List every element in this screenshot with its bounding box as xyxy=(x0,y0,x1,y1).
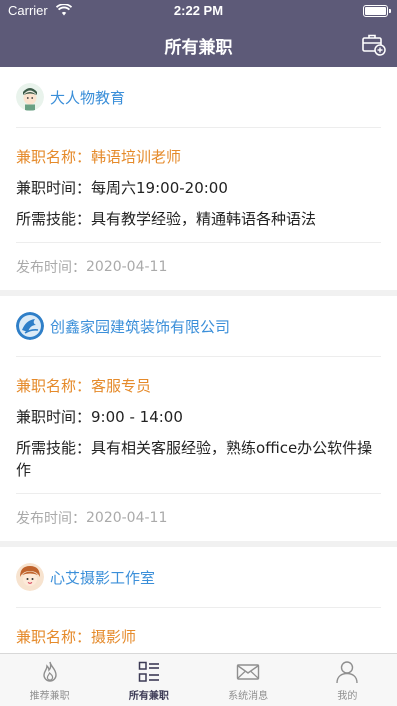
company-avatar-icon xyxy=(16,563,44,591)
job-card[interactable]: 大人物教育 兼职名称：韩语培训老师 兼职时间：每周六19:00-20:00 所需… xyxy=(0,67,397,290)
job-time-label: 兼职时间： xyxy=(16,179,92,197)
company-avatar-icon xyxy=(16,83,44,111)
nav-bar: 所有兼职 xyxy=(0,22,397,67)
job-name-row: 兼职名称：客服专员 xyxy=(16,375,381,397)
briefcase-add-icon[interactable] xyxy=(361,31,387,57)
company-name[interactable]: 心艾摄影工作室 xyxy=(50,567,155,588)
tab-mine[interactable]: 我的 xyxy=(298,654,397,706)
job-name-row: 兼职名称：韩语培训老师 xyxy=(16,146,381,168)
company-row[interactable]: 心艾摄影工作室 xyxy=(16,547,381,608)
job-card[interactable]: 创鑫家园建筑装饰有限公司 兼职名称：客服专员 兼职时间：9:00 - 14:00… xyxy=(0,296,397,541)
company-row[interactable]: 大人物教育 xyxy=(16,67,381,128)
job-details: 兼职名称：客服专员 兼职时间：9:00 - 14:00 所需技能：具有相关客服经… xyxy=(16,357,381,494)
person-icon xyxy=(336,661,359,684)
tab-recommended[interactable]: 推荐兼职 xyxy=(0,654,99,706)
publish-label: 发布时间： xyxy=(16,510,86,527)
publish-row: 发布时间： 2020-04-11 xyxy=(16,494,381,541)
publish-row: 发布时间： 2020-04-11 xyxy=(16,243,381,290)
job-time-row: 兼职时间：每周六19:00-20:00 xyxy=(16,177,381,199)
job-name-label: 兼职名称： xyxy=(16,628,92,646)
company-name[interactable]: 大人物教育 xyxy=(50,87,125,108)
job-list[interactable]: 大人物教育 兼职名称：韩语培训老师 兼职时间：每周六19:00-20:00 所需… xyxy=(0,67,397,653)
job-skill-label: 所需技能： xyxy=(16,439,92,457)
publish-date: 2020-04-11 xyxy=(86,509,168,526)
tab-label: 系统消息 xyxy=(228,691,269,702)
job-name-value: 客服专员 xyxy=(91,377,152,395)
tab-label: 所有兼职 xyxy=(128,691,169,702)
job-skill-value: 具有教学经验，精通韩语各种语法 xyxy=(91,210,317,228)
tab-label: 我的 xyxy=(337,691,358,702)
company-row[interactable]: 创鑫家园建筑装饰有限公司 xyxy=(16,296,381,357)
job-details: 兼职名称：摄影师 xyxy=(16,608,381,653)
job-name-value: 韩语培训老师 xyxy=(91,148,182,166)
job-time-label: 兼职时间： xyxy=(16,408,92,426)
tab-bar: 推荐兼职 所有兼职 系统消息 我的 xyxy=(0,653,397,706)
company-avatar-icon xyxy=(16,312,44,340)
tab-messages[interactable]: 系统消息 xyxy=(199,654,298,706)
company-name[interactable]: 创鑫家园建筑装饰有限公司 xyxy=(50,316,230,337)
job-skill-row: 所需技能：具有教学经验，精通韩语各种语法 xyxy=(16,208,381,230)
flame-icon xyxy=(42,661,57,682)
battery-icon xyxy=(363,5,391,17)
job-name-row: 兼职名称：摄影师 xyxy=(16,626,381,648)
tab-label: 推荐兼职 xyxy=(29,691,70,702)
list-icon xyxy=(138,661,159,682)
job-time-value: 9:00 - 14:00 xyxy=(91,408,183,426)
job-card[interactable]: 心艾摄影工作室 兼职名称：摄影师 xyxy=(0,547,397,653)
job-name-label: 兼职名称： xyxy=(16,377,92,395)
job-name-label: 兼职名称： xyxy=(16,148,92,166)
job-time-value: 每周六19:00-20:00 xyxy=(91,179,228,197)
publish-label: 发布时间： xyxy=(16,259,86,276)
page-title: 所有兼职 xyxy=(164,38,233,58)
clock: 2:22 PM xyxy=(173,3,224,18)
job-skill-row: 所需技能：具有相关客服经验，熟练office办公软件操作 xyxy=(16,437,381,481)
job-details: 兼职名称：韩语培训老师 兼职时间：每周六19:00-20:00 所需技能：具有教… xyxy=(16,128,381,243)
mail-icon xyxy=(236,664,260,680)
status-bar: Carrier 2:22 PM xyxy=(0,0,397,22)
job-time-row: 兼职时间：9:00 - 14:00 xyxy=(16,406,381,428)
tab-all-jobs[interactable]: 所有兼职 xyxy=(99,654,198,706)
job-name-value: 摄影师 xyxy=(91,628,137,646)
publish-date: 2020-04-11 xyxy=(86,258,168,275)
job-skill-label: 所需技能： xyxy=(16,210,92,228)
